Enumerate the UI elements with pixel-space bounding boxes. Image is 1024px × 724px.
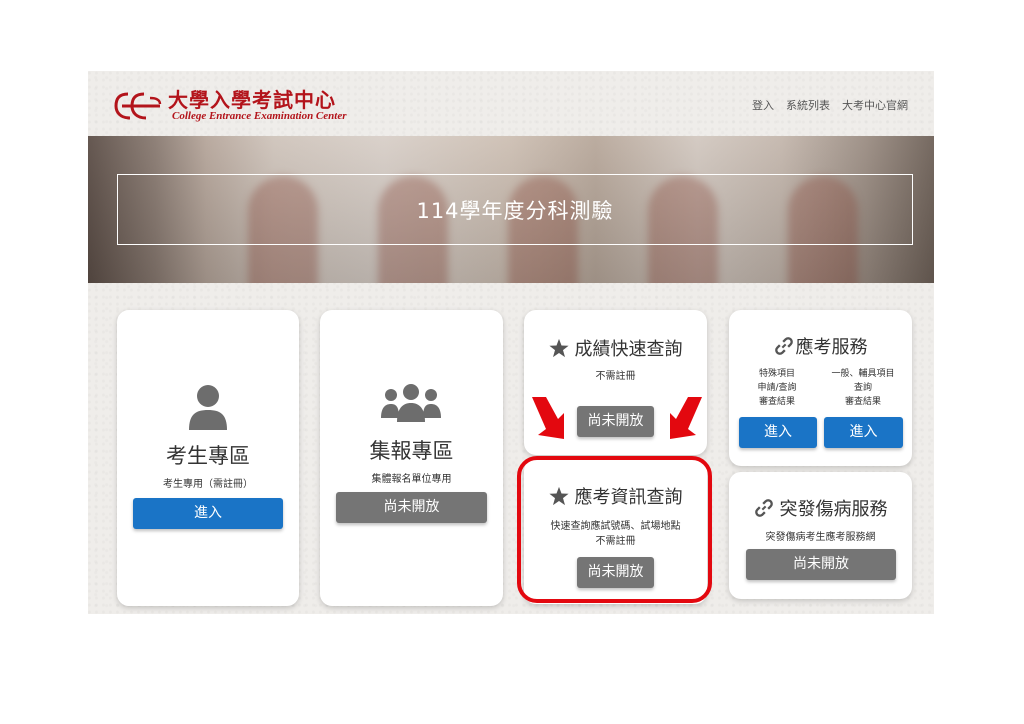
- service-text-line: 審查結果: [844, 397, 881, 407]
- link-icon: [774, 337, 793, 355]
- card-title-row: 應考資訊查詢: [524, 483, 707, 509]
- group-registration-card: 集報專區 集體報名單位專用 尚未開放: [320, 310, 503, 606]
- star-icon: [548, 338, 569, 358]
- logo-chinese-name: 大學入學考試中心: [168, 88, 336, 112]
- exam-title: 114學年度分科測驗: [416, 198, 614, 223]
- service-text-line: 申請/查詢: [757, 383, 797, 393]
- card-title-row: 應考服務: [729, 333, 912, 359]
- emergency-service-card: 突發傷病服務 突發傷病考生應考服務網 尚未開放: [729, 472, 912, 599]
- nav-system-list-link[interactable]: 系統列表: [786, 97, 830, 113]
- ceec-logo[interactable]: 大學入學考試中心 College Entrance Examination Ce…: [114, 84, 354, 126]
- nav-official-site-link[interactable]: 大考中心官網: [842, 97, 908, 113]
- service-text-line: 查詢: [853, 383, 872, 393]
- card-note: 快速查詢應試號碼、試場地點: [550, 521, 681, 532]
- users-group-icon: [381, 384, 441, 422]
- exam-info-query-card: 應考資訊查詢 快速查詢應試號碼、試場地點 不需註冊 尚未開放: [524, 459, 707, 604]
- logo-english-name: College Entrance Examination Center: [172, 110, 347, 122]
- user-icon: [189, 385, 227, 430]
- page-frame: 大學入學考試中心 College Entrance Examination Ce…: [88, 71, 934, 614]
- card-title: 應考服務: [795, 337, 868, 358]
- card-title-row: 成績快速查詢: [524, 335, 707, 361]
- emergency-not-open-button[interactable]: 尚未開放: [746, 549, 896, 580]
- site-header: 大學入學考試中心 College Entrance Examination Ce…: [88, 71, 934, 135]
- card-title: 集報專區: [369, 439, 454, 463]
- service-special-enter-button[interactable]: 進入: [739, 417, 817, 448]
- exam-service-card: 應考服務 特殊項目 申請/查詢 審查結果 一般、輔具項目 查詢 審查結果 進入 …: [729, 310, 912, 466]
- candidate-area-card: 考生專區 考生專用（需註冊） 進入: [117, 310, 299, 606]
- service-text-line: 審查結果: [758, 397, 795, 407]
- candidate-enter-button[interactable]: 進入: [133, 498, 283, 529]
- red-arrow-icon: [670, 397, 702, 439]
- service-general-column: 一般、輔具項目 查詢 審查結果: [821, 367, 905, 409]
- card-title: 應考資訊查詢: [574, 487, 683, 508]
- card-note: 突發傷病考生應考服務網: [765, 532, 876, 543]
- banner-title-box: 114學年度分科測驗: [117, 174, 913, 245]
- service-special-column: 特殊項目 申請/查詢 審查結果: [735, 367, 819, 409]
- star-icon: [548, 486, 569, 506]
- card-title: 突發傷病服務: [779, 499, 888, 520]
- nav-login-link[interactable]: 登入: [752, 97, 774, 113]
- ceec-logo-mark-icon: [114, 92, 162, 120]
- link-icon: [754, 499, 773, 517]
- card-note: 集體報名單位專用: [371, 474, 452, 485]
- red-arrow-icon: [532, 397, 564, 439]
- exam-info-not-open-button[interactable]: 尚未開放: [577, 557, 654, 588]
- service-general-enter-button[interactable]: 進入: [824, 417, 903, 448]
- card-note: 考生專用（需註冊）: [163, 479, 253, 490]
- service-text-line: 特殊項目: [758, 369, 795, 379]
- card-title-row: 突發傷病服務: [729, 495, 912, 521]
- service-text-line: 一般、輔具項目: [831, 369, 895, 379]
- card-title: 考生專區: [166, 444, 250, 468]
- card-title: 成績快速查詢: [574, 339, 683, 360]
- top-nav: 登入 系統列表 大考中心官網: [752, 97, 908, 113]
- hero-banner: 114學年度分科測驗: [88, 136, 934, 283]
- group-not-open-button[interactable]: 尚未開放: [336, 492, 487, 523]
- card-note: 不需註冊: [595, 536, 636, 547]
- score-not-open-button[interactable]: 尚未開放: [577, 406, 654, 437]
- card-note: 不需註冊: [595, 371, 636, 382]
